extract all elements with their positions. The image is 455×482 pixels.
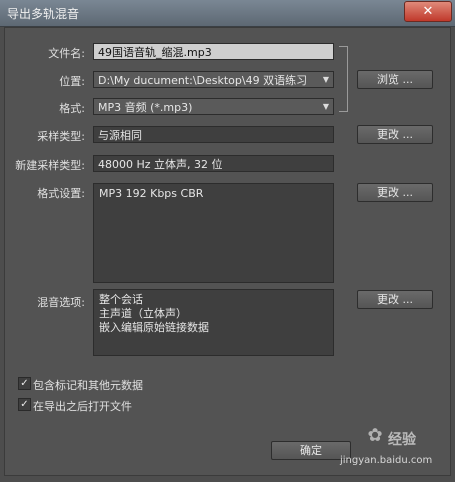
mix-option-line: 主声道（立体声） bbox=[99, 307, 187, 320]
chevron-down-icon[interactable]: ▼ bbox=[319, 72, 333, 87]
include-markers-checkbox[interactable]: ✓ bbox=[18, 377, 31, 390]
title-bar: 导出多轨混音 ✕ bbox=[0, 0, 455, 27]
sample-type-label: 采样类型: bbox=[37, 130, 85, 143]
filename-label: 文件名: bbox=[48, 47, 85, 60]
chevron-down-icon[interactable]: ▼ bbox=[319, 99, 333, 114]
browse-button[interactable]: 浏览 ... bbox=[357, 70, 433, 89]
open-after-export-label: 在导出之后打开文件 bbox=[33, 400, 132, 413]
format-value: MP3 音频 (*.mp3) bbox=[98, 101, 193, 114]
filename-input[interactable]: 49国语音轨_缩混.mp3 bbox=[93, 43, 334, 60]
watermark-url: jingyan.baidu.com bbox=[340, 455, 433, 466]
window-title: 导出多轨混音 bbox=[7, 7, 80, 21]
format-select[interactable]: MP3 音频 (*.mp3) ▼ bbox=[93, 98, 334, 115]
sample-type-change-button[interactable]: 更改 ... bbox=[357, 125, 433, 144]
paw-logo-icon: ✿ bbox=[367, 425, 383, 446]
format-settings-area: MP3 192 Kbps CBR bbox=[93, 183, 334, 283]
watermark-brand: 经验 bbox=[388, 432, 416, 448]
format-label: 格式: bbox=[59, 102, 85, 115]
format-settings-change-button[interactable]: 更改 ... bbox=[357, 183, 433, 202]
location-value: D:\My ducument:\Desktop\49 双语练习 bbox=[98, 74, 308, 87]
open-after-export-checkbox[interactable]: ✓ bbox=[18, 398, 31, 411]
location-select[interactable]: D:\My ducument:\Desktop\49 双语练习 ▼ bbox=[93, 71, 334, 88]
include-markers-label: 包含标记和其他元数据 bbox=[33, 379, 143, 392]
mix-options-change-button[interactable]: 更改 ... bbox=[357, 290, 433, 309]
location-label: 位置: bbox=[59, 75, 85, 88]
new-sample-type-field: 48000 Hz 立体声, 32 位 bbox=[93, 155, 334, 172]
ok-button[interactable]: 确定 bbox=[271, 441, 351, 460]
bracket-divider bbox=[339, 46, 348, 112]
close-button[interactable]: ✕ bbox=[404, 1, 452, 22]
format-settings-label: 格式设置: bbox=[37, 187, 85, 200]
new-sample-type-label: 新建采样类型: bbox=[15, 159, 85, 172]
mix-option-line: 嵌入编辑原始链接数据 bbox=[99, 321, 209, 334]
mix-option-line: 整个会话 bbox=[99, 293, 143, 306]
mix-options-label: 混音选项: bbox=[37, 296, 85, 309]
sample-type-field: 与源相同 bbox=[93, 126, 334, 143]
mix-options-area: 整个会话 主声道（立体声） 嵌入编辑原始链接数据 bbox=[93, 289, 334, 356]
